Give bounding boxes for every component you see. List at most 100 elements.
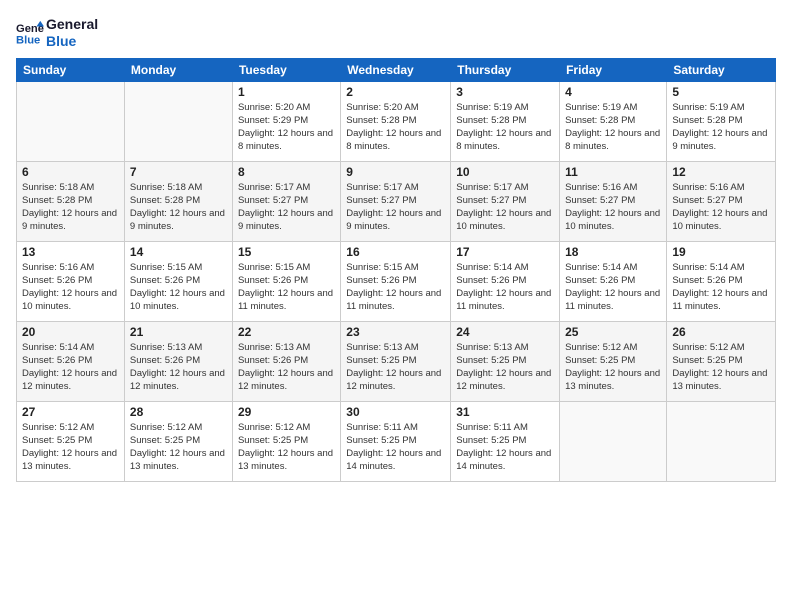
day-number: 2	[346, 85, 445, 99]
day-info: Sunrise: 5:17 AMSunset: 5:27 PMDaylight:…	[456, 181, 554, 234]
calendar-cell	[667, 401, 776, 481]
day-number: 15	[238, 245, 335, 259]
day-number: 10	[456, 165, 554, 179]
day-info: Sunrise: 5:15 AMSunset: 5:26 PMDaylight:…	[130, 261, 227, 314]
day-number: 30	[346, 405, 445, 419]
logo-icon: General Blue	[16, 19, 44, 47]
day-info: Sunrise: 5:15 AMSunset: 5:26 PMDaylight:…	[238, 261, 335, 314]
day-number: 12	[672, 165, 770, 179]
calendar-week-1: 1Sunrise: 5:20 AMSunset: 5:29 PMDaylight…	[17, 81, 776, 161]
day-number: 31	[456, 405, 554, 419]
calendar-week-3: 13 Sunrise: 5:16 AMSunset: 5:26 PMDayligh…	[17, 241, 776, 321]
day-info: Sunrise: 5:12 AMSunset: 5:25 PMDaylight:…	[130, 421, 227, 474]
calendar-cell: 2 Sunrise: 5:20 AMSunset: 5:28 PMDaylight…	[341, 81, 451, 161]
calendar-cell: 29 Sunrise: 5:12 AMSunset: 5:25 PMDayligh…	[232, 401, 340, 481]
day-info: Sunrise: 5:16 AMSunset: 5:26 PMDaylight:…	[22, 261, 119, 314]
calendar-cell: 10 Sunrise: 5:17 AMSunset: 5:27 PMDayligh…	[451, 161, 560, 241]
calendar-cell	[560, 401, 667, 481]
calendar-cell	[124, 81, 232, 161]
day-number: 17	[456, 245, 554, 259]
day-number: 21	[130, 325, 227, 339]
col-header-saturday: Saturday	[667, 58, 776, 81]
day-info: Sunrise: 5:14 AMSunset: 5:26 PMDaylight:…	[565, 261, 661, 314]
day-number: 18	[565, 245, 661, 259]
calendar-cell: 30 Sunrise: 5:11 AMSunset: 5:25 PMDayligh…	[341, 401, 451, 481]
day-info: Sunrise: 5:12 AMSunset: 5:25 PMDaylight:…	[22, 421, 119, 474]
day-info: Sunrise: 5:19 AMSunset: 5:28 PMDaylight:…	[565, 101, 661, 154]
day-number: 28	[130, 405, 227, 419]
calendar-cell: 12 Sunrise: 5:16 AMSunset: 5:27 PMDayligh…	[667, 161, 776, 241]
calendar-table: SundayMondayTuesdayWednesdayThursdayFrid…	[16, 58, 776, 482]
day-info: Sunrise: 5:13 AMSunset: 5:25 PMDaylight:…	[346, 341, 445, 394]
calendar-week-2: 6 Sunrise: 5:18 AMSunset: 5:28 PMDaylight…	[17, 161, 776, 241]
col-header-friday: Friday	[560, 58, 667, 81]
calendar-cell: 7 Sunrise: 5:18 AMSunset: 5:28 PMDaylight…	[124, 161, 232, 241]
calendar-cell: 26 Sunrise: 5:12 AMSunset: 5:25 PMDayligh…	[667, 321, 776, 401]
calendar-header-row: SundayMondayTuesdayWednesdayThursdayFrid…	[17, 58, 776, 81]
calendar-cell: 13 Sunrise: 5:16 AMSunset: 5:26 PMDayligh…	[17, 241, 125, 321]
day-info: Sunrise: 5:11 AMSunset: 5:25 PMDaylight:…	[346, 421, 445, 474]
calendar-cell: 28 Sunrise: 5:12 AMSunset: 5:25 PMDayligh…	[124, 401, 232, 481]
calendar-cell: 8Sunrise: 5:17 AMSunset: 5:27 PMDaylight…	[232, 161, 340, 241]
day-info: Sunrise: 5:16 AMSunset: 5:27 PMDaylight:…	[672, 181, 770, 234]
day-info: Sunrise: 5:12 AMSunset: 5:25 PMDaylight:…	[672, 341, 770, 394]
day-info: Sunrise: 5:12 AMSunset: 5:25 PMDaylight:…	[238, 421, 335, 474]
day-number: 19	[672, 245, 770, 259]
day-number: 7	[130, 165, 227, 179]
day-number: 13	[22, 245, 119, 259]
day-info: Sunrise: 5:13 AMSunset: 5:25 PMDaylight:…	[456, 341, 554, 394]
calendar-cell: 16Sunrise: 5:15 AMSunset: 5:26 PMDayligh…	[341, 241, 451, 321]
day-info: Sunrise: 5:18 AMSunset: 5:28 PMDaylight:…	[130, 181, 227, 234]
day-number: 16	[346, 245, 445, 259]
day-info: Sunrise: 5:13 AMSunset: 5:26 PMDaylight:…	[130, 341, 227, 394]
day-number: 20	[22, 325, 119, 339]
day-number: 14	[130, 245, 227, 259]
day-number: 23	[346, 325, 445, 339]
logo-line1: General	[46, 16, 98, 33]
day-info: Sunrise: 5:17 AMSunset: 5:27 PMDaylight:…	[346, 181, 445, 234]
day-number: 29	[238, 405, 335, 419]
calendar-container: General Blue General Blue SundayMondayTu…	[0, 0, 792, 494]
day-number: 6	[22, 165, 119, 179]
col-header-thursday: Thursday	[451, 58, 560, 81]
day-info: Sunrise: 5:13 AMSunset: 5:26 PMDaylight:…	[238, 341, 335, 394]
day-number: 26	[672, 325, 770, 339]
calendar-cell: 20 Sunrise: 5:14 AMSunset: 5:26 PMDayligh…	[17, 321, 125, 401]
col-header-wednesday: Wednesday	[341, 58, 451, 81]
calendar-cell: 31 Sunrise: 5:11 AMSunset: 5:25 PMDayligh…	[451, 401, 560, 481]
col-header-sunday: Sunday	[17, 58, 125, 81]
calendar-cell: 23 Sunrise: 5:13 AMSunset: 5:25 PMDayligh…	[341, 321, 451, 401]
day-info: Sunrise: 5:19 AMSunset: 5:28 PMDaylight:…	[456, 101, 554, 154]
day-number: 5	[672, 85, 770, 99]
calendar-cell: 18 Sunrise: 5:14 AMSunset: 5:26 PMDayligh…	[560, 241, 667, 321]
col-header-tuesday: Tuesday	[232, 58, 340, 81]
day-info: Sunrise: 5:14 AMSunset: 5:26 PMDaylight:…	[22, 341, 119, 394]
calendar-cell: 1Sunrise: 5:20 AMSunset: 5:29 PMDaylight…	[232, 81, 340, 161]
day-info: Sunrise: 5:16 AMSunset: 5:27 PMDaylight:…	[565, 181, 661, 234]
calendar-cell: 14 Sunrise: 5:15 AMSunset: 5:26 PMDayligh…	[124, 241, 232, 321]
day-number: 3	[456, 85, 554, 99]
col-header-monday: Monday	[124, 58, 232, 81]
day-number: 27	[22, 405, 119, 419]
day-info: Sunrise: 5:14 AMSunset: 5:26 PMDaylight:…	[672, 261, 770, 314]
svg-text:Blue: Blue	[16, 34, 40, 46]
calendar-cell: 27 Sunrise: 5:12 AMSunset: 5:25 PMDayligh…	[17, 401, 125, 481]
day-number: 9	[346, 165, 445, 179]
calendar-cell	[17, 81, 125, 161]
day-info: Sunrise: 5:18 AMSunset: 5:28 PMDaylight:…	[22, 181, 119, 234]
day-info: Sunrise: 5:20 AMSunset: 5:28 PMDaylight:…	[346, 101, 445, 154]
day-info: Sunrise: 5:11 AMSunset: 5:25 PMDaylight:…	[456, 421, 554, 474]
day-info: Sunrise: 5:19 AMSunset: 5:28 PMDaylight:…	[672, 101, 770, 154]
calendar-cell: 21 Sunrise: 5:13 AMSunset: 5:26 PMDayligh…	[124, 321, 232, 401]
day-number: 25	[565, 325, 661, 339]
calendar-cell: 11Sunrise: 5:16 AMSunset: 5:27 PMDayligh…	[560, 161, 667, 241]
logo-line2: Blue	[46, 33, 98, 50]
calendar-cell: 25 Sunrise: 5:12 AMSunset: 5:25 PMDayligh…	[560, 321, 667, 401]
calendar-cell: 9 Sunrise: 5:17 AMSunset: 5:27 PMDaylight…	[341, 161, 451, 241]
day-number: 4	[565, 85, 661, 99]
day-info: Sunrise: 5:20 AMSunset: 5:29 PMDaylight:…	[238, 101, 335, 154]
calendar-cell: 22Sunrise: 5:13 AMSunset: 5:26 PMDayligh…	[232, 321, 340, 401]
calendar-cell: 19 Sunrise: 5:14 AMSunset: 5:26 PMDayligh…	[667, 241, 776, 321]
calendar-cell: 15 Sunrise: 5:15 AMSunset: 5:26 PMDayligh…	[232, 241, 340, 321]
day-info: Sunrise: 5:12 AMSunset: 5:25 PMDaylight:…	[565, 341, 661, 394]
